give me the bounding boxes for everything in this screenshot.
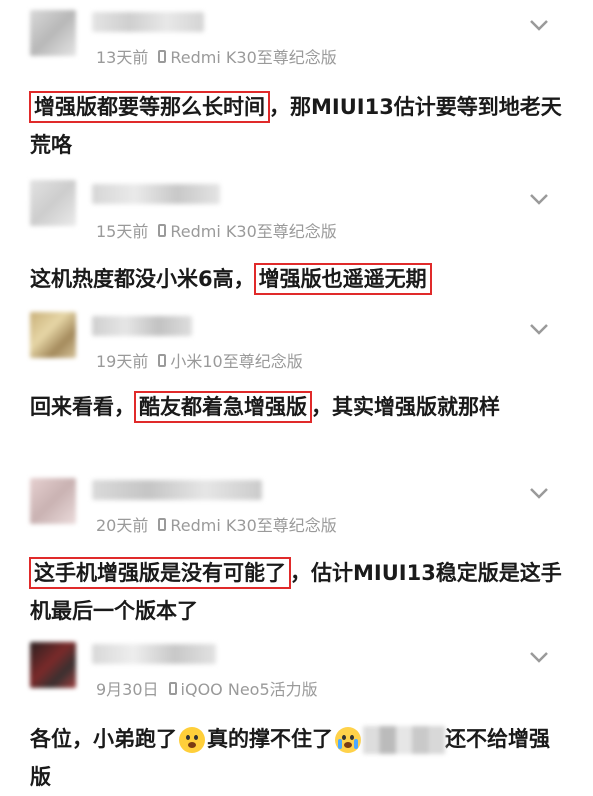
username-blurred[interactable] [92,12,204,32]
device-name: 小米10至尊纪念版 [170,352,303,371]
phone-icon [168,681,177,695]
highlighted-text: 这手机增强版是没有可能了 [29,557,291,589]
device-name: iQOO Neo5活力版 [180,680,318,699]
highlighted-text: 酷友都着急增强版 [134,391,312,423]
comment-text-part: 真的撑不住了 [207,727,333,751]
username-blurred[interactable] [92,644,216,664]
comment-item: 20天前 Redmi K30至尊纪念版 这手机增强版是没有可能了 ，估计MIUI1… [0,476,593,636]
comment-text: 回来看看， 酷友都着急增强版 ，其实增强版就那样 [30,388,570,426]
avatar[interactable] [30,642,76,688]
comment-meta: 19天前 小米10至尊纪念版 [96,348,303,372]
blurred-content [363,726,445,754]
comment-meta: 13天前 Redmi K30至尊纪念版 [96,44,337,68]
phone-icon [158,49,167,63]
comment-item: 9月30日 iQOO Neo5活力版 各位，小弟跑了 真的撑不住了 还不给增强版 [0,640,593,794]
comment-item: 15天前 Redmi K30至尊纪念版 这机热度都没小米6高， 增强版也遥遥无期 [0,172,593,302]
phone-icon [158,517,167,531]
device-name: Redmi K30至尊纪念版 [170,48,337,67]
highlighted-text: 增强版也遥遥无期 [253,263,432,295]
chevron-down-icon[interactable] [528,648,550,666]
avatar[interactable] [30,180,76,226]
comment-time: 19天前 [96,352,149,371]
comment-text: 各位，小弟跑了 真的撑不住了 还不给增强版 [30,720,570,796]
comment-text-part: 回来看看， [30,395,135,419]
phone-icon [158,223,167,237]
comment-text-part: 各位，小弟跑了 [30,727,177,751]
chevron-down-icon[interactable] [528,190,550,208]
device-name: Redmi K30至尊纪念版 [170,222,337,241]
chevron-down-icon[interactable] [528,320,550,338]
comment-time: 15天前 [96,222,149,241]
avatar[interactable] [30,478,76,524]
device-name: Redmi K30至尊纪念版 [170,516,337,535]
avatar[interactable] [30,10,76,56]
comment-item: 19天前 小米10至尊纪念版 回来看看， 酷友都着急增强版 ，其实增强版就那样 [0,312,593,472]
phone-icon [158,353,167,367]
comment-text-part: ，其实增强版就那样 [311,395,500,419]
crying-face-icon [335,727,361,753]
comment-text-part: 这机热度都没小米6高， [30,267,255,291]
comment-text: 这手机增强版是没有可能了 ，估计MIUI13稳定版是这手机最后一个版本了 [29,554,570,630]
surprised-face-icon [179,727,205,753]
highlighted-text: 增强版都要等那么长时间 [29,91,270,123]
comment-meta: 9月30日 iQOO Neo5活力版 [96,676,318,700]
comment-item: 13天前 Redmi K30至尊纪念版 增强版都要等那么长时间 ，那MIUI13估… [0,0,593,170]
comment-meta: 20天前 Redmi K30至尊纪念版 [96,512,337,536]
username-blurred[interactable] [92,184,220,204]
comment-text: 这机热度都没小米6高， 增强版也遥遥无期 [30,260,570,298]
chevron-down-icon[interactable] [528,16,550,34]
comment-time: 13天前 [96,48,149,67]
comment-time: 9月30日 [96,680,159,699]
chevron-down-icon[interactable] [528,484,550,502]
comment-time: 20天前 [96,516,149,535]
avatar[interactable] [30,312,76,358]
comment-meta: 15天前 Redmi K30至尊纪念版 [96,218,337,242]
username-blurred[interactable] [92,316,192,336]
username-blurred[interactable] [92,480,262,500]
comment-text: 增强版都要等那么长时间 ，那MIUI13估计要等到地老天荒咯 [29,88,570,164]
